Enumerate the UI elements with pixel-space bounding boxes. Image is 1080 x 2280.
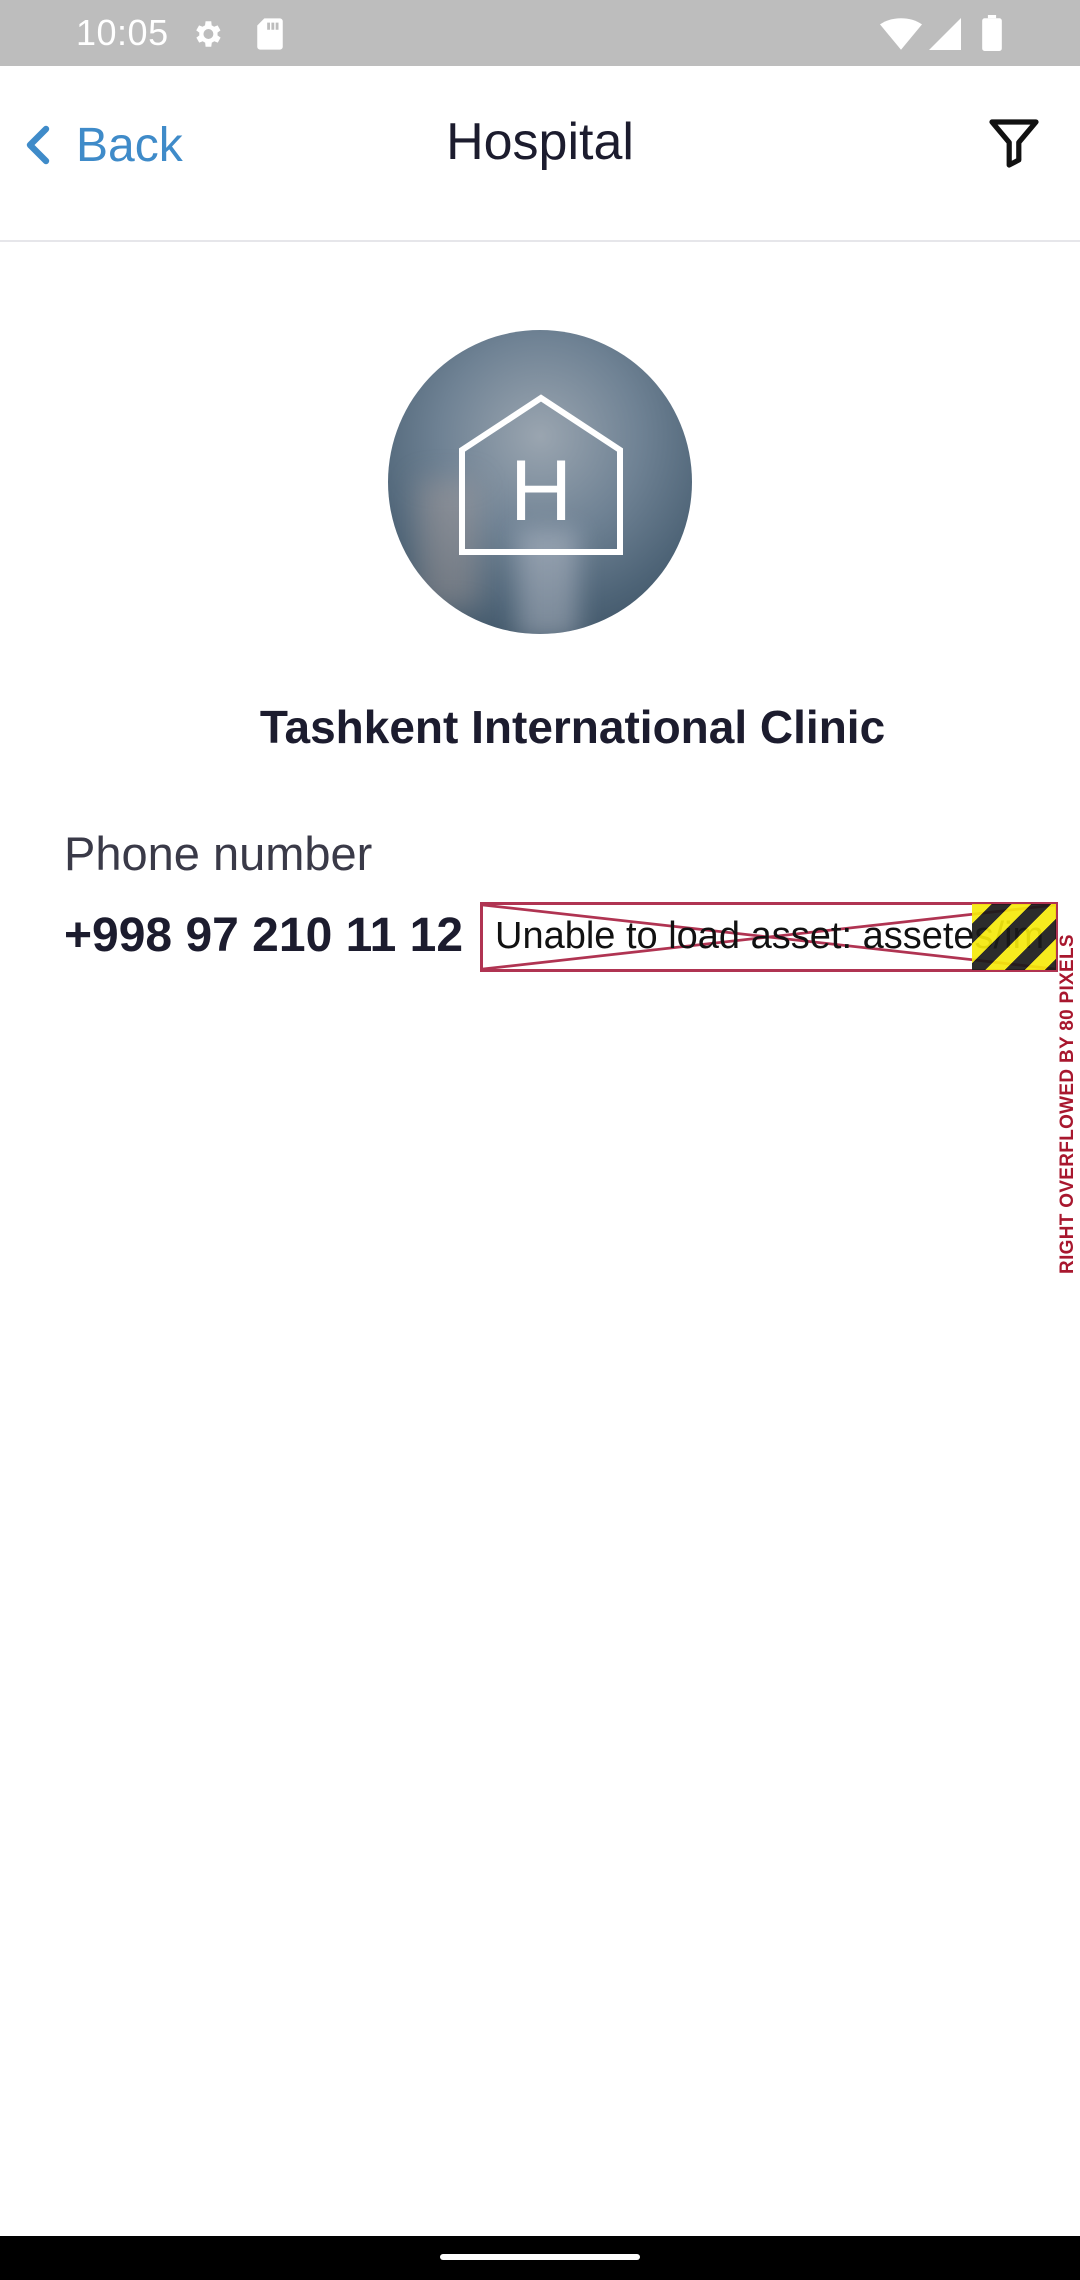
- overflow-warning-label: RIGHT OVERFLOWED BY 80 PIXELS: [1057, 934, 1078, 1274]
- hospital-avatar: H: [388, 330, 692, 634]
- asset-error-message: Unable to load asset: assetes/im: [495, 915, 1045, 957]
- overflow-warning-stripes: [972, 904, 1056, 970]
- svg-text:H: H: [510, 443, 572, 539]
- status-time: 10:05: [76, 12, 169, 53]
- battery-icon: [982, 15, 1002, 51]
- phone-number-value[interactable]: +998 97 210 11 12: [64, 908, 463, 963]
- app-bar: Back Hospital: [0, 66, 1080, 242]
- wifi-icon: [880, 18, 922, 50]
- filter-icon[interactable]: [988, 116, 1040, 168]
- sd-card-icon: [257, 18, 283, 50]
- clinic-name: Tashkent International Clinic: [259, 701, 886, 753]
- navigation-bar: [0, 2236, 1080, 2280]
- hospital-icon: H: [459, 394, 623, 555]
- home-indicator[interactable]: [440, 2254, 640, 2260]
- gear-icon: [196, 21, 221, 47]
- page-title: Hospital: [446, 113, 634, 171]
- status-bar: 10:05: [0, 0, 1080, 66]
- signal-icon: [929, 18, 961, 50]
- phone-number-label: Phone number: [64, 827, 373, 880]
